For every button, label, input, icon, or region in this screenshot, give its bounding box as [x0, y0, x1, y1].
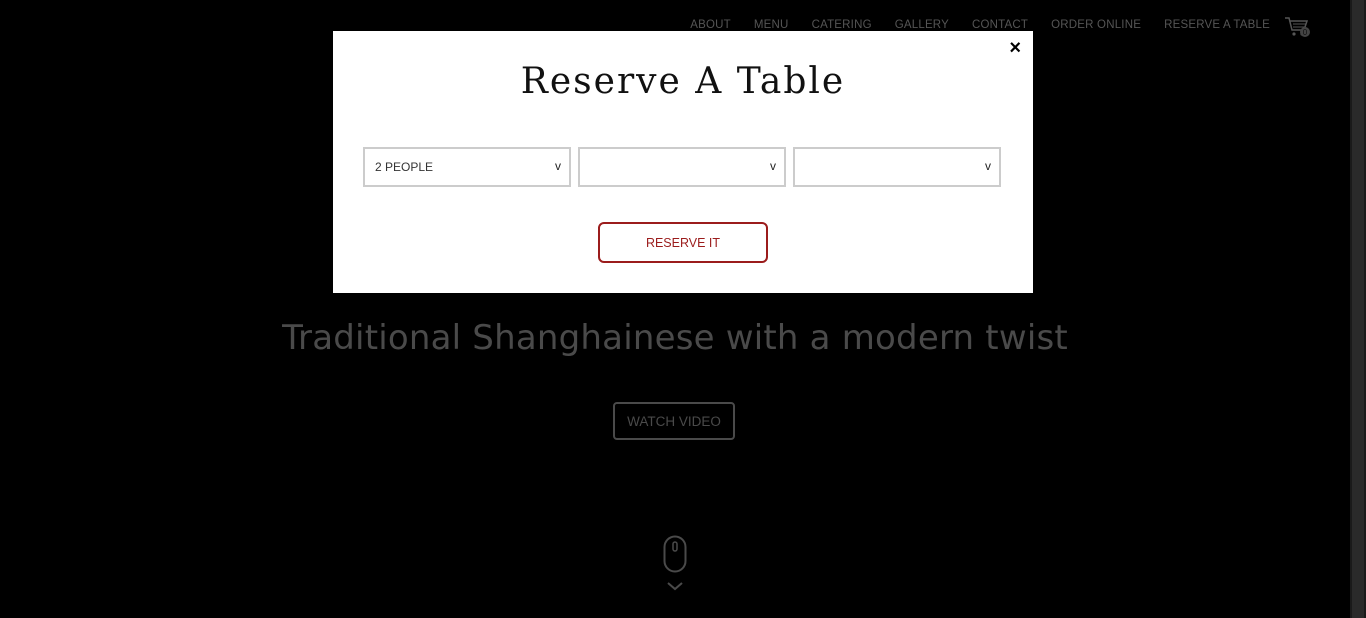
chevron-down-icon: v	[985, 159, 991, 173]
mouse-scroll-icon[interactable]	[663, 535, 687, 593]
time-select[interactable]: v	[793, 147, 1001, 187]
date-select[interactable]: v	[578, 147, 786, 187]
chevron-down-icon: v	[555, 159, 561, 173]
nav-item-about[interactable]: ABOUT	[690, 19, 731, 31]
reservation-selects: 2 PEOPLE v v v	[363, 147, 1001, 187]
page: ABOUT MENU CATERING GALLERY CONTACT ORDE…	[0, 0, 1366, 618]
close-icon[interactable]: ×	[1009, 38, 1021, 58]
modal-title: Reserve A Table	[520, 61, 846, 102]
cart-icon-graphic: 0	[1285, 17, 1310, 37]
chevron-down-icon: v	[770, 159, 776, 173]
nav-item-order-online[interactable]: ORDER ONLINE	[1051, 19, 1141, 31]
cart-count: 0	[1303, 28, 1308, 37]
cart-icon[interactable]: 0	[1284, 16, 1312, 38]
nav-item-contact[interactable]: CONTACT	[972, 19, 1028, 31]
reserve-modal: × Reserve A Table 2 PEOPLE v v v RESERVE…	[333, 31, 1033, 293]
nav-item-gallery[interactable]: GALLERY	[895, 19, 949, 31]
party-size-select[interactable]: 2 PEOPLE v	[363, 147, 571, 187]
top-nav: ABOUT MENU CATERING GALLERY CONTACT ORDE…	[690, 19, 1270, 31]
reserve-it-button[interactable]: RESERVE IT	[598, 222, 768, 263]
nav-item-menu[interactable]: MENU	[754, 19, 789, 31]
watch-video-button[interactable]: WATCH VIDEO	[613, 402, 735, 440]
nav-item-catering[interactable]: CATERING	[812, 19, 872, 31]
scrollbar[interactable]	[1350, 0, 1366, 618]
scrollbar-thumb[interactable]	[1352, 0, 1364, 618]
nav-item-reserve-a-table[interactable]: RESERVE A TABLE	[1164, 19, 1270, 31]
hero-tagline: Traditional Shanghainese with a modern t…	[282, 318, 1068, 358]
party-size-value: 2 PEOPLE	[375, 160, 434, 174]
